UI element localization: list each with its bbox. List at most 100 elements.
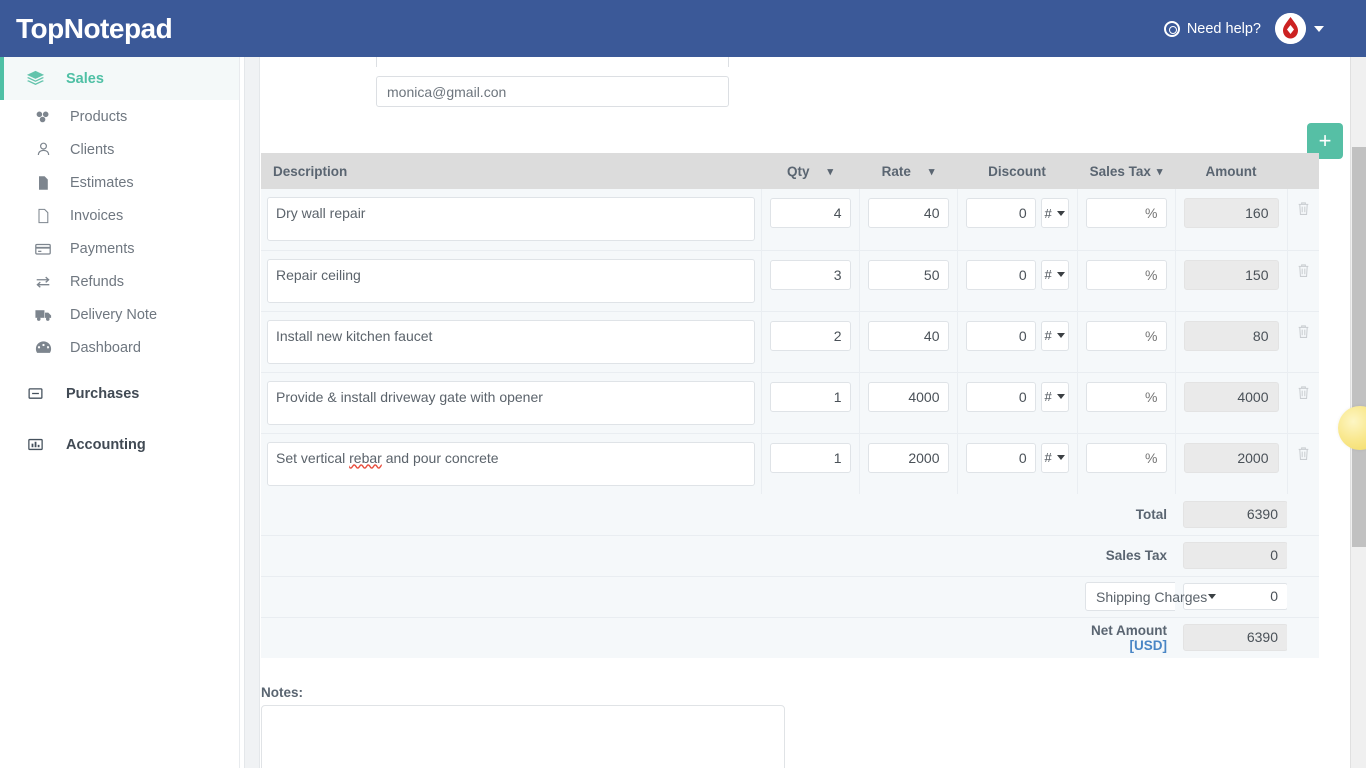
column-header-rate[interactable]: Rate ▾ xyxy=(859,153,957,189)
sidebar-item-clients[interactable]: Clients xyxy=(0,133,239,166)
discount-unit-label: # xyxy=(1044,328,1052,343)
column-header-description[interactable]: Description xyxy=(261,153,761,189)
discount-input[interactable] xyxy=(965,259,1036,290)
user-menu[interactable] xyxy=(1275,13,1324,44)
discount-unit-select[interactable]: # xyxy=(1040,259,1069,290)
discount-unit-select[interactable]: # xyxy=(1040,320,1069,351)
sales-tax-input[interactable] xyxy=(1085,381,1167,412)
description-input[interactable]: Provide & install driveway gate with ope… xyxy=(267,380,755,425)
sidebar-item-invoices[interactable]: Invoices xyxy=(0,199,239,232)
cell-discount: # xyxy=(957,371,1078,433)
sidebar-group-purchases[interactable]: Purchases xyxy=(0,372,239,415)
rate-input[interactable] xyxy=(867,381,949,412)
cell-amount: 80 xyxy=(1175,310,1288,372)
trash-icon[interactable] xyxy=(1297,385,1310,404)
sidebar-item-dashboard[interactable]: Dashboard xyxy=(0,331,239,364)
column-header-discount[interactable]: Discount xyxy=(957,153,1077,189)
qty-input[interactable] xyxy=(769,259,851,290)
chevron-down-icon: ▾ xyxy=(928,165,935,178)
sidebar-group-label: Purchases xyxy=(66,385,140,402)
total-row: Total 6390 xyxy=(261,494,1319,535)
cell-discount: # xyxy=(957,432,1078,494)
column-header-qty[interactable]: Qty ▾ xyxy=(761,153,859,189)
rate-input[interactable] xyxy=(867,259,949,290)
minus-box-icon xyxy=(22,385,48,402)
cell-description: Repair ceiling xyxy=(261,249,762,311)
sidebar-group-accounting[interactable]: Accounting xyxy=(0,423,239,466)
inner-scroll-track[interactable] xyxy=(244,57,260,768)
invoice-form: + Description Qty ▾ xyxy=(261,57,1344,768)
need-help-button[interactable]: Need help? xyxy=(1163,20,1261,37)
discount-unit-select[interactable]: # xyxy=(1040,198,1069,228)
sales-tax-input[interactable] xyxy=(1085,320,1167,351)
line-items-table: Description Qty ▾ Rate ▾ Discount Sales … xyxy=(261,153,1319,658)
sidebar-item-label: Dashboard xyxy=(70,339,141,356)
discount-input[interactable] xyxy=(965,198,1036,228)
description-input[interactable]: Repair ceiling xyxy=(267,258,755,303)
trash-icon[interactable] xyxy=(1297,263,1310,282)
discount-input[interactable] xyxy=(965,320,1036,351)
sidebar-item-label: Invoices xyxy=(70,207,124,224)
table-row: Set vertical rebar and pour concrete #200… xyxy=(261,432,1319,494)
trash-icon[interactable] xyxy=(1297,446,1310,465)
cell-amount: 4000 xyxy=(1175,371,1288,433)
sidebar-item-delivery-note[interactable]: Delivery Note xyxy=(0,298,239,331)
column-header-actions xyxy=(1287,153,1319,189)
cell-rate xyxy=(859,310,958,372)
cell-description: Provide & install driveway gate with ope… xyxy=(261,371,762,433)
currency-link[interactable]: [USD] xyxy=(1130,638,1168,653)
column-header-sales-tax[interactable]: Sales Tax ▾ xyxy=(1077,153,1175,189)
table-row: Repair ceiling #150 xyxy=(261,249,1319,311)
client-email-input[interactable] xyxy=(376,76,729,107)
discount-input[interactable] xyxy=(965,442,1036,473)
content-wrapper: + Description Qty ▾ xyxy=(240,57,1366,768)
client-name-field-partial[interactable] xyxy=(376,57,729,67)
discount-unit-label: # xyxy=(1044,389,1052,404)
sidebar-item-products[interactable]: Products xyxy=(0,100,239,133)
description-input[interactable]: Install new kitchen faucet xyxy=(267,319,755,364)
amount-value: 4000 xyxy=(1183,381,1279,412)
qty-input[interactable] xyxy=(769,198,851,228)
table-row: Provide & install driveway gate with ope… xyxy=(261,371,1319,433)
app-logo[interactable]: TopNotepad xyxy=(16,13,173,45)
rate-input[interactable] xyxy=(867,198,949,228)
table-row: Dry wall repair #160 xyxy=(261,189,1319,250)
header-actions: Need help? xyxy=(1163,13,1366,44)
cell-description: Dry wall repair xyxy=(261,189,762,250)
discount-unit-label: # xyxy=(1044,205,1052,221)
sidebar-item-refunds[interactable]: Refunds xyxy=(0,265,239,298)
sidebar-item-label: Estimates xyxy=(70,174,134,191)
sidebar-item-estimates[interactable]: Estimates xyxy=(0,166,239,199)
scrollbar-thumb[interactable] xyxy=(1352,147,1366,547)
trash-icon[interactable] xyxy=(1297,201,1310,220)
qty-input[interactable] xyxy=(769,442,851,473)
description-input[interactable]: Dry wall repair xyxy=(267,197,755,241)
cell-description: Install new kitchen faucet xyxy=(261,310,762,372)
sales-tax-input[interactable] xyxy=(1085,259,1167,290)
sales-tax-input[interactable] xyxy=(1085,198,1167,228)
header-label: Rate xyxy=(881,163,911,179)
cell-discount: # xyxy=(957,249,1078,311)
rate-input[interactable] xyxy=(867,320,949,351)
sidebar-item-payments[interactable]: Payments xyxy=(0,232,239,265)
description-input[interactable]: Set vertical rebar and pour concrete xyxy=(267,441,755,486)
sidebar-group-sales[interactable]: Sales xyxy=(0,57,239,100)
discount-input[interactable] xyxy=(965,381,1036,412)
discount-unit-select[interactable]: # xyxy=(1040,381,1069,412)
chevron-down-icon xyxy=(1056,394,1065,399)
credit-card-icon xyxy=(30,240,56,258)
rate-input[interactable] xyxy=(867,442,949,473)
header-label: Amount xyxy=(1205,163,1257,179)
trash-icon[interactable] xyxy=(1297,324,1310,343)
sidebar-item-label: Payments xyxy=(70,240,135,257)
qty-input[interactable] xyxy=(769,381,851,412)
layers-icon xyxy=(22,69,48,88)
qty-input[interactable] xyxy=(769,320,851,351)
cell-qty xyxy=(761,249,860,311)
net-amount-row: Net Amount [USD] 6390 xyxy=(261,616,1319,658)
discount-unit-select[interactable]: # xyxy=(1040,442,1069,473)
notes-textarea[interactable] xyxy=(261,705,785,768)
sidebar: Sales Products Clients Estimates Invoice… xyxy=(0,57,240,768)
sales-tax-input[interactable] xyxy=(1085,442,1167,473)
file-outline-icon xyxy=(30,208,56,224)
